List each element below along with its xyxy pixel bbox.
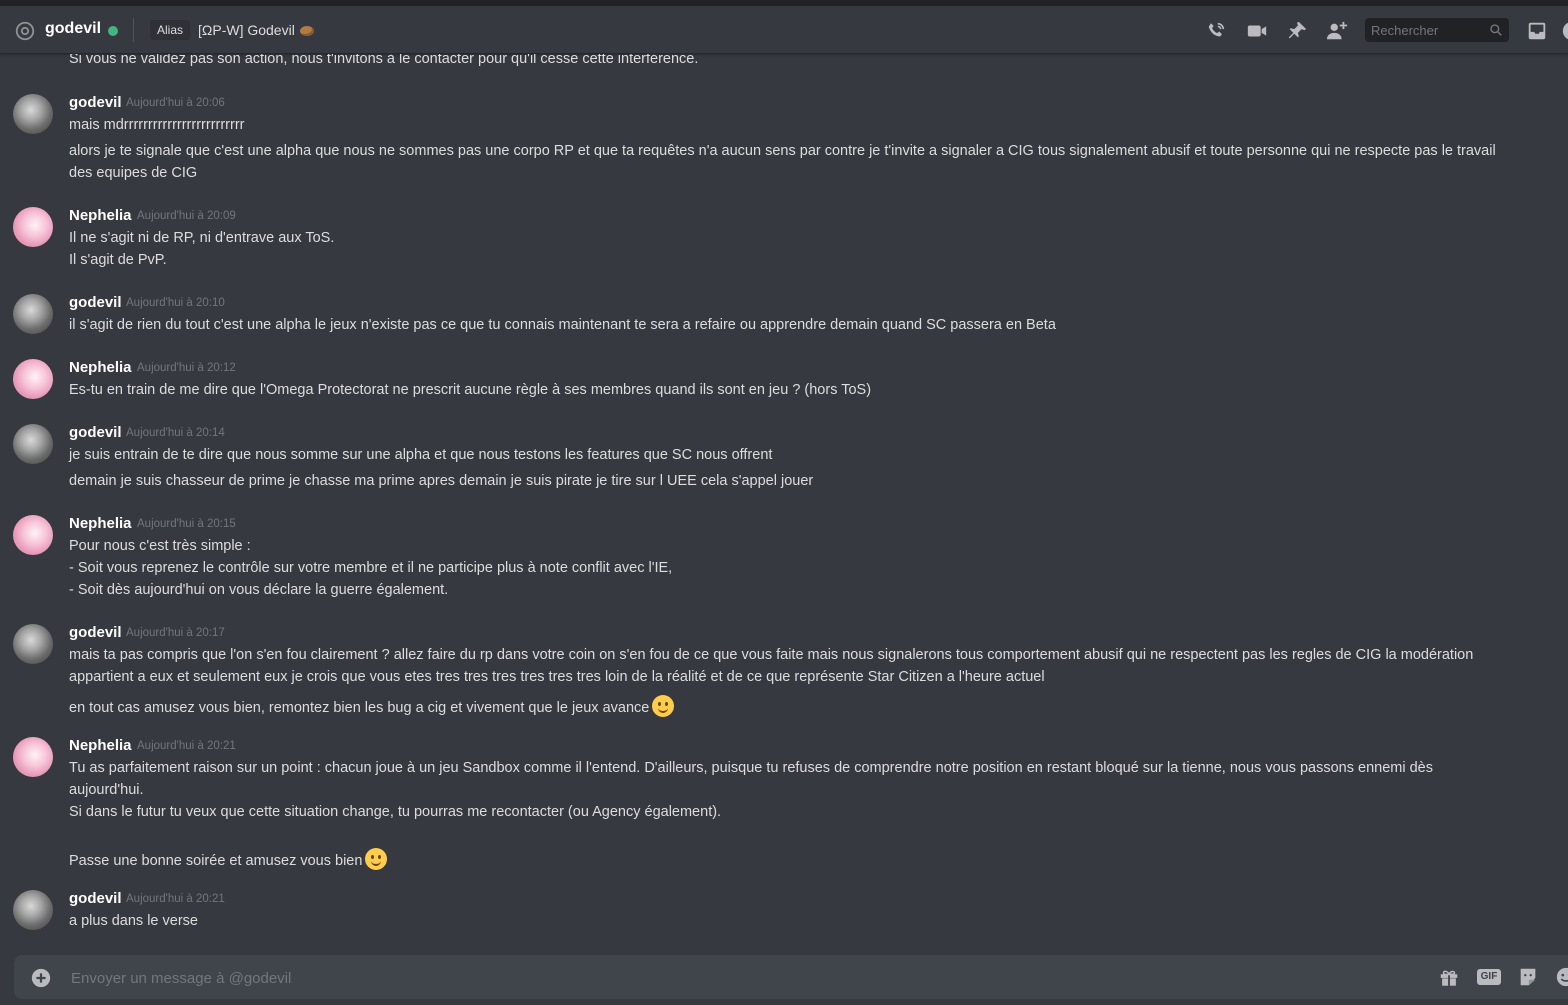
avatar[interactable] xyxy=(13,94,53,134)
plus-icon[interactable] xyxy=(30,967,52,989)
message-author[interactable]: godevil xyxy=(69,424,122,441)
message-content: aujourd'hui. xyxy=(69,782,144,798)
message-text: en tout cas amusez vous bien, remontez b… xyxy=(69,700,650,716)
avatar[interactable] xyxy=(13,294,53,334)
message-timestamp: Aujourd'hui à 20:10 xyxy=(126,297,225,309)
message-author[interactable]: Nephelia xyxy=(69,737,132,754)
message-author[interactable]: godevil xyxy=(69,94,122,111)
header-divider xyxy=(133,18,134,42)
alias-tag: Alias xyxy=(150,20,191,40)
alias-text: [ΩP-W] Godevil xyxy=(198,22,295,38)
message-input[interactable] xyxy=(69,965,1413,991)
message-author[interactable]: Nephelia xyxy=(69,207,132,224)
search-input[interactable] xyxy=(1365,18,1489,42)
gif-label: GIF xyxy=(1480,971,1498,982)
message-content: Il ne s'agit ni de RP, ni d'entrave aux … xyxy=(69,230,335,246)
dm-username: godevil xyxy=(45,20,102,37)
message-content: Si dans le futur tu veux que cette situa… xyxy=(69,804,722,820)
search-icon xyxy=(1490,24,1502,36)
message-timestamp: Aujourd'hui à 20:09 xyxy=(137,210,236,222)
message-author[interactable]: Nephelia xyxy=(69,515,132,532)
message-content: des equipes de CIG xyxy=(69,165,198,181)
slightly-smiling-face-emoji-icon xyxy=(365,848,388,870)
message-content: - Soit vous reprenez le contrôle sur vot… xyxy=(69,560,673,576)
message-content: alors je te signale que c'est une alpha … xyxy=(69,143,1496,159)
message-content: Passe une bonne soirée et amusez vous bi… xyxy=(69,848,388,870)
sticker-icon[interactable] xyxy=(1516,966,1540,988)
phone-call-icon[interactable] xyxy=(1205,20,1227,42)
message-content: Il s'agit de PvP. xyxy=(69,252,167,268)
message-content: je suis entrain de te dire que nous somm… xyxy=(69,447,773,463)
message-content: appartient a eux et seulement eux je cro… xyxy=(69,669,1045,685)
message-author[interactable]: Nephelia xyxy=(69,359,132,376)
message-author[interactable]: godevil xyxy=(69,624,122,641)
help-icon[interactable] xyxy=(1561,20,1568,42)
add-friend-icon[interactable] xyxy=(1326,20,1348,42)
alias-value: [ΩP-W] Godevil xyxy=(198,22,314,38)
message-author[interactable]: godevil xyxy=(69,890,122,907)
message-timestamp: Aujourd'hui à 20:15 xyxy=(137,518,236,530)
potato-emoji-icon xyxy=(299,26,314,36)
message-content: - Soit dès aujourd'hui on vous déclare l… xyxy=(69,582,449,598)
message-text: Passe une bonne soirée et amusez vous bi… xyxy=(69,853,363,869)
avatar[interactable] xyxy=(13,515,53,555)
emoji-picker-icon[interactable] xyxy=(1554,966,1568,988)
message-content: Pour nous c'est très simple : xyxy=(69,538,251,554)
message-content: Tu as parfaitement raison sur un point :… xyxy=(69,760,1433,776)
gif-icon[interactable]: GIF xyxy=(1476,966,1502,988)
video-call-icon[interactable] xyxy=(1246,20,1268,42)
message-content: a plus dans le verse xyxy=(69,913,198,929)
message-timestamp: Aujourd'hui à 20:17 xyxy=(126,627,225,639)
inbox-icon[interactable] xyxy=(1526,20,1548,42)
avatar[interactable] xyxy=(13,207,53,247)
message-author[interactable]: godevil xyxy=(69,294,122,311)
gift-icon[interactable] xyxy=(1437,966,1461,988)
message-timestamp: Aujourd'hui à 20:21 xyxy=(137,740,236,752)
avatar[interactable] xyxy=(13,624,53,664)
slightly-smiling-face-emoji-icon xyxy=(652,695,675,717)
online-status-dot xyxy=(108,26,118,36)
message-timestamp: Aujourd'hui à 20:12 xyxy=(137,362,236,374)
message-content: mais mdrrrrrrrrrrrrrrrrrrrrrrrrr xyxy=(69,117,245,133)
message-content: il s'agit de rien du tout c'est une alph… xyxy=(69,317,1056,333)
message-timestamp: Aujourd'hui à 20:06 xyxy=(126,97,225,109)
message-content: mais ta pas compris que l'on s'en fou cl… xyxy=(69,647,1474,663)
avatar[interactable] xyxy=(13,359,53,399)
avatar[interactable] xyxy=(13,737,53,777)
message-list: Si vous ne validez pas son action, nous … xyxy=(0,54,1568,944)
avatar[interactable] xyxy=(13,424,53,464)
message-content: Es-tu en train de me dire que l'Omega Pr… xyxy=(69,382,872,398)
channel-header: godevil Alias [ΩP-W] Godevil xyxy=(0,6,1568,54)
message-timestamp: Aujourd'hui à 20:14 xyxy=(126,427,225,439)
message-content: en tout cas amusez vous bien, remontez b… xyxy=(69,695,675,717)
message-content: Si vous ne validez pas son action, nous … xyxy=(69,54,699,67)
message-content: demain je suis chasseur de prime je chas… xyxy=(69,473,814,489)
message-timestamp: Aujourd'hui à 20:21 xyxy=(126,893,225,905)
search-box[interactable] xyxy=(1365,18,1509,42)
pin-icon[interactable] xyxy=(1286,20,1308,42)
avatar[interactable] xyxy=(13,890,53,930)
at-icon xyxy=(15,21,35,41)
message-composer: GIF xyxy=(14,955,1568,999)
